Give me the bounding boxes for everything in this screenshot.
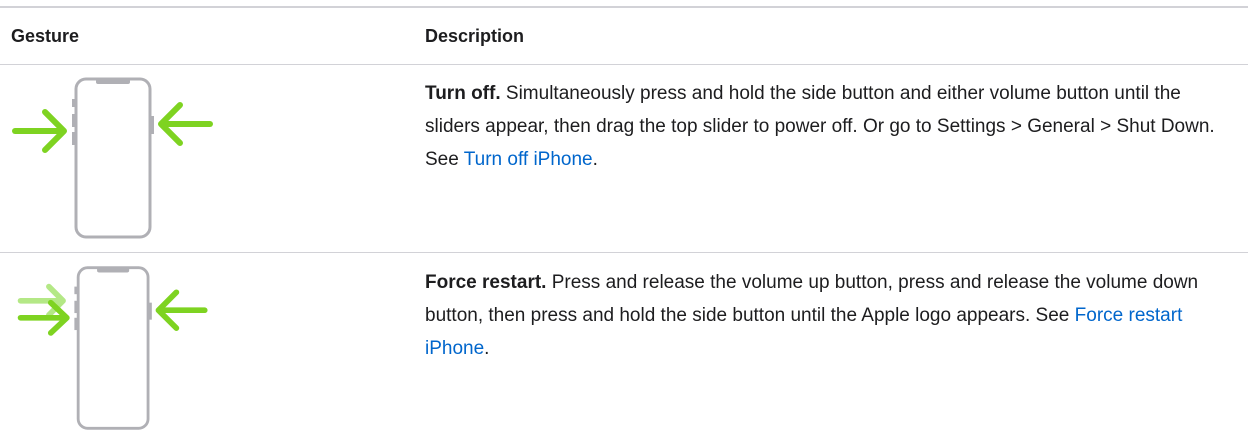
table-row-force-restart: Force restart. Press and release the vol… [0,253,1248,443]
row-description: Force restart. Press and release the vol… [425,266,1235,365]
iphone-turn-off-gesture-icon [12,77,213,239]
column-header-gesture: Gesture [11,26,80,46]
row-description: Turn off. Simultaneously press and hold … [425,77,1235,176]
row-title: Force restart. [425,272,547,293]
row-tail: . [592,149,598,170]
iphone-force-restart-gesture-icon [17,266,208,430]
row-tail: . [484,338,490,359]
table-top-divider [0,6,1248,8]
table-row-turn-off: Turn off. Simultaneously press and hold … [0,64,1248,252]
turn-off-iphone-link[interactable]: Turn off iPhone [464,149,593,170]
row-title: Turn off. [425,83,501,104]
column-header-description: Description [425,26,525,46]
table-header: Gesture Description [0,22,1248,50]
